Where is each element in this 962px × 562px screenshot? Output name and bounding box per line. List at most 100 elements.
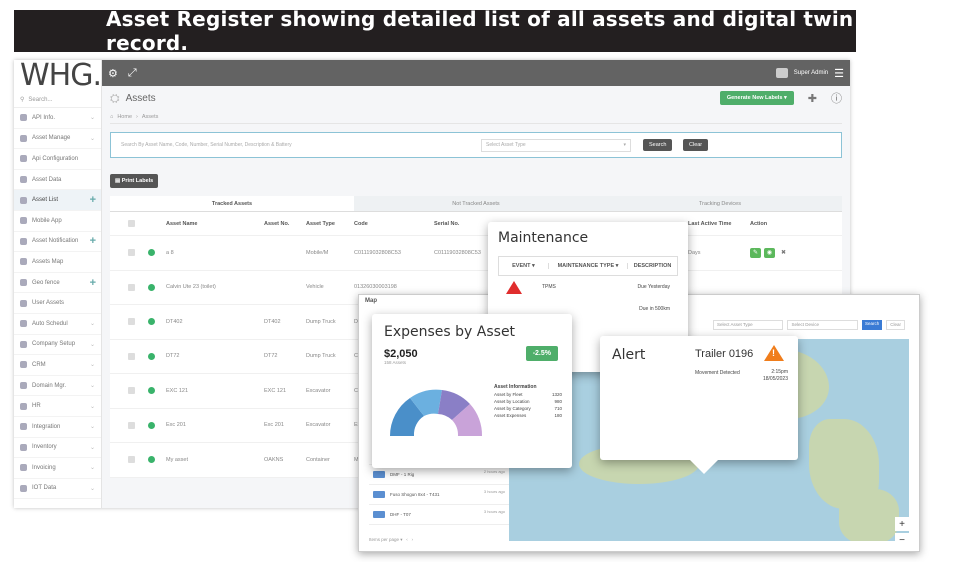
chevron-down-icon[interactable]: ⌄ <box>90 485 95 492</box>
add-icon[interactable]: + <box>90 235 96 247</box>
zoom-in-button[interactable]: + <box>895 517 909 531</box>
sidebar-item-label: Invoicing <box>32 464 56 471</box>
maintenance-col-event[interactable]: EVENT ▾ <box>499 263 549 269</box>
sidebar-item[interactable]: Mobile App <box>14 211 101 232</box>
maintenance-col-type-label: MAINTENANCE TYPE <box>557 263 615 269</box>
sidebar-item[interactable]: Auto Schedul ⌄ <box>14 314 101 335</box>
sidebar-item[interactable]: Asset List + <box>14 190 101 211</box>
cell-asset-name[interactable]: My asset <box>166 457 188 463</box>
tab-tracking-devices[interactable]: Tracking Devices <box>598 196 842 211</box>
sidebar-item[interactable]: API Info. ⌄ <box>14 108 101 129</box>
chevron-down-icon[interactable]: ⌄ <box>90 403 95 410</box>
sidebar-item-icon <box>20 237 27 245</box>
sidebar-item[interactable]: User Assets <box>14 293 101 314</box>
tab-not-tracked-assets[interactable]: Not Tracked Assets <box>354 196 598 211</box>
chevron-down-icon[interactable]: ⌄ <box>90 423 95 430</box>
cell-asset-no: DT72 <box>264 353 278 360</box>
breadcrumb-home[interactable]: Home <box>117 114 132 120</box>
sidebar-item[interactable]: Inventory ⌄ <box>14 438 101 459</box>
delete-icon[interactable]: ✖ <box>778 248 789 258</box>
map-list-item[interactable]: DMF - 1 Rig 2 hours ago <box>369 465 509 485</box>
sidebar-item[interactable]: Asset Manage ⌄ <box>14 129 101 150</box>
row-checkbox[interactable] <box>128 456 135 464</box>
chevron-down-icon[interactable]: ⌄ <box>90 114 95 121</box>
col-code[interactable]: Code <box>354 221 368 227</box>
col-asset-name[interactable]: Asset Name <box>166 221 198 227</box>
map-list-item[interactable]: DHF - T07 3 hours ago <box>369 505 509 525</box>
add-icon[interactable]: + <box>90 277 96 289</box>
asset-type-select[interactable]: Select Asset Type ▾ <box>481 138 631 152</box>
home-icon[interactable]: ⌂ <box>110 114 113 120</box>
edit-icon[interactable]: ✎ <box>750 247 761 258</box>
sidebar-item[interactable]: Api Configuration <box>14 149 101 170</box>
col-asset-type[interactable]: Asset Type <box>306 221 335 227</box>
chevron-down-icon[interactable]: ⌄ <box>90 444 95 451</box>
sidebar-item[interactable]: Domain Mgr. ⌄ <box>14 376 101 397</box>
cell-asset-name[interactable]: a 8 <box>166 250 174 256</box>
sidebar-item[interactable]: Company Setup ⌄ <box>14 335 101 356</box>
add-icon[interactable]: ✚ <box>808 92 817 105</box>
asset-info-value: 180 <box>554 413 562 418</box>
sidebar-item[interactable]: IOT Data ⌄ <box>14 479 101 500</box>
settings-icon[interactable]: ⚙ <box>108 67 118 80</box>
maintenance-row[interactable]: TPMS Due Yesterday <box>498 276 678 298</box>
chevron-down-icon[interactable]: ⌄ <box>90 361 95 368</box>
chevron-down-icon[interactable]: ⌄ <box>90 341 95 348</box>
cell-asset-name[interactable]: Exc 201 <box>166 422 186 428</box>
cell-asset-name[interactable]: DT402 <box>166 319 183 325</box>
col-last-active[interactable]: Last Active Time <box>688 221 731 227</box>
chevron-down-icon[interactable]: ⌄ <box>90 464 95 471</box>
sidebar-item[interactable]: HR ⌄ <box>14 396 101 417</box>
row-checkbox[interactable] <box>128 283 135 291</box>
sidebar-item[interactable]: Invoicing ⌄ <box>14 458 101 479</box>
row-checkbox[interactable] <box>128 421 135 429</box>
add-icon[interactable]: + <box>90 194 96 206</box>
tab-tracked-assets[interactable]: Tracked Assets <box>110 196 354 211</box>
col-serial-no[interactable]: Serial No. <box>434 221 459 227</box>
sidebar-item[interactable]: Asset Data <box>14 170 101 191</box>
zoom-out-button[interactable]: − <box>895 533 909 547</box>
row-checkbox[interactable] <box>128 352 135 360</box>
sidebar-item[interactable]: Integration ⌄ <box>14 417 101 438</box>
cell-asset-name[interactable]: Calvin Ute 23 (toilet) <box>166 284 216 290</box>
user-name[interactable]: Super Admin <box>794 70 828 76</box>
maintenance-col-type[interactable]: MAINTENANCE TYPE ▾ <box>549 263 629 269</box>
print-labels-button[interactable]: ▤ Print Labels <box>110 174 159 188</box>
cell-asset-name[interactable]: EXC 121 <box>166 388 188 394</box>
search-button[interactable]: Search <box>643 139 673 151</box>
sidebar-item[interactable]: Geo fence + <box>14 273 101 294</box>
sidebar-item-label: Asset Data <box>32 176 62 183</box>
asset-info-row: Asset Expenses 180 <box>494 413 562 420</box>
row-checkbox[interactable] <box>128 249 135 257</box>
asset-search-input[interactable]: Search By Asset Name, Code, Number, Seri… <box>121 142 292 148</box>
generate-labels-button[interactable]: Generate New Labels ▾ <box>719 91 794 105</box>
user-area[interactable]: Super Admin ☰ <box>775 67 844 80</box>
sidebar-item[interactable]: Assets Map <box>14 252 101 273</box>
select-all-checkbox[interactable] <box>128 220 135 227</box>
clear-button[interactable]: Clear <box>683 139 709 151</box>
sidebar-item[interactable]: CRM ⌄ <box>14 355 101 376</box>
map-device-select[interactable]: Select Device <box>787 320 858 330</box>
chevron-down-icon[interactable]: ⌄ <box>90 135 95 142</box>
map-clear-button[interactable]: Clear <box>886 320 905 330</box>
avatar[interactable] <box>775 68 788 78</box>
cell-code: 01326030003198 <box>354 284 397 291</box>
chevron-down-icon[interactable]: ⌄ <box>90 382 95 389</box>
row-checkbox[interactable] <box>128 387 135 395</box>
view-icon[interactable]: ◉ <box>764 247 775 258</box>
map-search-button[interactable]: Search <box>861 320 883 330</box>
chevron-down-icon[interactable]: ⌄ <box>90 320 95 327</box>
map-asset-type-select[interactable]: Select Asset Type <box>713 320 784 330</box>
sidebar: WHG. ⚲ Search... API Info. ⌄ Asset Manage ⌄ A… <box>14 60 102 508</box>
sidebar-search[interactable]: ⚲ Search... <box>14 92 101 108</box>
map-list-item[interactable]: Fuso Shogun 8x4 - T431 3 hours ago <box>369 485 509 505</box>
cell-asset-name[interactable]: DT72 <box>166 353 179 359</box>
col-asset-no[interactable]: Asset No. <box>264 221 289 227</box>
menu-icon[interactable]: ☰ <box>834 67 844 80</box>
fullscreen-icon[interactable]: ⤢ <box>128 67 137 80</box>
help-icon[interactable]: ⓘ <box>831 90 842 106</box>
sidebar-item[interactable]: Asset Notification + <box>14 232 101 253</box>
logo[interactable]: WHG. <box>14 60 102 92</box>
table-row[interactable]: a 8 Mobile/M C01119032808C53 C01119032808C5… <box>110 236 842 271</box>
row-checkbox[interactable] <box>128 318 135 326</box>
